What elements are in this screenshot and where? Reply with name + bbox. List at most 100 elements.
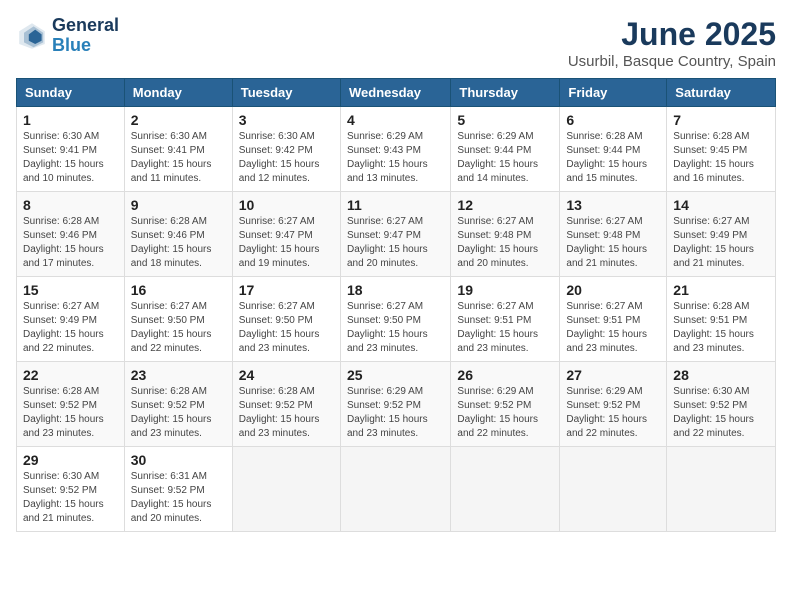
calendar-cell <box>667 447 776 532</box>
day-detail: Sunrise: 6:28 AM Sunset: 9:46 PM Dayligh… <box>23 215 118 271</box>
title-area: June 2025 Usurbil, Basque Country, Spain <box>568 16 776 70</box>
day-detail: Sunrise: 6:27 AM Sunset: 9:47 PM Dayligh… <box>347 215 444 271</box>
col-header-sunday: Sunday <box>17 79 125 107</box>
day-number: 25 <box>347 367 444 383</box>
calendar-table: SundayMondayTuesdayWednesdayThursdayFrid… <box>16 78 776 532</box>
day-number: 24 <box>239 367 334 383</box>
day-number: 28 <box>673 367 769 383</box>
day-number: 20 <box>566 282 660 298</box>
day-detail: Sunrise: 6:27 AM Sunset: 9:50 PM Dayligh… <box>347 300 444 356</box>
day-number: 21 <box>673 282 769 298</box>
calendar-cell: 30 Sunrise: 6:31 AM Sunset: 9:52 PM Dayl… <box>124 447 232 532</box>
calendar-cell: 2 Sunrise: 6:30 AM Sunset: 9:41 PM Dayli… <box>124 107 232 192</box>
calendar-cell: 25 Sunrise: 6:29 AM Sunset: 9:52 PM Dayl… <box>340 362 450 447</box>
day-number: 17 <box>239 282 334 298</box>
day-detail: Sunrise: 6:27 AM Sunset: 9:47 PM Dayligh… <box>239 215 334 271</box>
calendar-cell: 1 Sunrise: 6:30 AM Sunset: 9:41 PM Dayli… <box>17 107 125 192</box>
day-number: 2 <box>131 112 226 128</box>
col-header-tuesday: Tuesday <box>232 79 340 107</box>
day-detail: Sunrise: 6:29 AM Sunset: 9:52 PM Dayligh… <box>566 385 660 441</box>
calendar-cell: 14 Sunrise: 6:27 AM Sunset: 9:49 PM Dayl… <box>667 192 776 277</box>
day-detail: Sunrise: 6:29 AM Sunset: 9:52 PM Dayligh… <box>347 385 444 441</box>
col-header-monday: Monday <box>124 79 232 107</box>
day-detail: Sunrise: 6:27 AM Sunset: 9:48 PM Dayligh… <box>457 215 553 271</box>
calendar-cell: 6 Sunrise: 6:28 AM Sunset: 9:44 PM Dayli… <box>560 107 667 192</box>
day-number: 7 <box>673 112 769 128</box>
day-number: 16 <box>131 282 226 298</box>
calendar-cell: 18 Sunrise: 6:27 AM Sunset: 9:50 PM Dayl… <box>340 277 450 362</box>
calendar-body: 1 Sunrise: 6:30 AM Sunset: 9:41 PM Dayli… <box>17 107 776 532</box>
day-detail: Sunrise: 6:29 AM Sunset: 9:43 PM Dayligh… <box>347 130 444 186</box>
calendar-cell: 29 Sunrise: 6:30 AM Sunset: 9:52 PM Dayl… <box>17 447 125 532</box>
calendar-cell: 28 Sunrise: 6:30 AM Sunset: 9:52 PM Dayl… <box>667 362 776 447</box>
calendar-cell <box>340 447 450 532</box>
day-number: 6 <box>566 112 660 128</box>
calendar-cell: 15 Sunrise: 6:27 AM Sunset: 9:49 PM Dayl… <box>17 277 125 362</box>
calendar-cell: 5 Sunrise: 6:29 AM Sunset: 9:44 PM Dayli… <box>451 107 560 192</box>
calendar-week-5: 29 Sunrise: 6:30 AM Sunset: 9:52 PM Dayl… <box>17 447 776 532</box>
calendar-header-row: SundayMondayTuesdayWednesdayThursdayFrid… <box>17 79 776 107</box>
calendar-cell: 4 Sunrise: 6:29 AM Sunset: 9:43 PM Dayli… <box>340 107 450 192</box>
calendar-cell: 7 Sunrise: 6:28 AM Sunset: 9:45 PM Dayli… <box>667 107 776 192</box>
day-detail: Sunrise: 6:30 AM Sunset: 9:41 PM Dayligh… <box>23 130 118 186</box>
day-detail: Sunrise: 6:27 AM Sunset: 9:48 PM Dayligh… <box>566 215 660 271</box>
day-detail: Sunrise: 6:28 AM Sunset: 9:52 PM Dayligh… <box>131 385 226 441</box>
logo: General Blue <box>16 16 119 56</box>
day-detail: Sunrise: 6:28 AM Sunset: 9:52 PM Dayligh… <box>239 385 334 441</box>
calendar-cell: 22 Sunrise: 6:28 AM Sunset: 9:52 PM Dayl… <box>17 362 125 447</box>
location-title: Usurbil, Basque Country, Spain <box>568 53 776 70</box>
day-number: 1 <box>23 112 118 128</box>
day-detail: Sunrise: 6:27 AM Sunset: 9:50 PM Dayligh… <box>131 300 226 356</box>
day-number: 11 <box>347 197 444 213</box>
day-number: 22 <box>23 367 118 383</box>
calendar-cell: 20 Sunrise: 6:27 AM Sunset: 9:51 PM Dayl… <box>560 277 667 362</box>
day-detail: Sunrise: 6:27 AM Sunset: 9:49 PM Dayligh… <box>673 215 769 271</box>
calendar-week-2: 8 Sunrise: 6:28 AM Sunset: 9:46 PM Dayli… <box>17 192 776 277</box>
calendar-cell: 19 Sunrise: 6:27 AM Sunset: 9:51 PM Dayl… <box>451 277 560 362</box>
calendar-week-3: 15 Sunrise: 6:27 AM Sunset: 9:49 PM Dayl… <box>17 277 776 362</box>
day-detail: Sunrise: 6:30 AM Sunset: 9:52 PM Dayligh… <box>673 385 769 441</box>
day-number: 4 <box>347 112 444 128</box>
col-header-wednesday: Wednesday <box>340 79 450 107</box>
month-title: June 2025 <box>568 16 776 53</box>
logo-icon <box>16 20 48 52</box>
calendar-cell: 21 Sunrise: 6:28 AM Sunset: 9:51 PM Dayl… <box>667 277 776 362</box>
day-number: 3 <box>239 112 334 128</box>
day-detail: Sunrise: 6:28 AM Sunset: 9:45 PM Dayligh… <box>673 130 769 186</box>
day-detail: Sunrise: 6:28 AM Sunset: 9:46 PM Dayligh… <box>131 215 226 271</box>
day-detail: Sunrise: 6:30 AM Sunset: 9:41 PM Dayligh… <box>131 130 226 186</box>
day-detail: Sunrise: 6:28 AM Sunset: 9:52 PM Dayligh… <box>23 385 118 441</box>
day-detail: Sunrise: 6:29 AM Sunset: 9:52 PM Dayligh… <box>457 385 553 441</box>
col-header-friday: Friday <box>560 79 667 107</box>
day-detail: Sunrise: 6:27 AM Sunset: 9:51 PM Dayligh… <box>566 300 660 356</box>
day-detail: Sunrise: 6:28 AM Sunset: 9:51 PM Dayligh… <box>673 300 769 356</box>
calendar-week-4: 22 Sunrise: 6:28 AM Sunset: 9:52 PM Dayl… <box>17 362 776 447</box>
calendar-cell: 9 Sunrise: 6:28 AM Sunset: 9:46 PM Dayli… <box>124 192 232 277</box>
calendar-cell: 10 Sunrise: 6:27 AM Sunset: 9:47 PM Dayl… <box>232 192 340 277</box>
day-number: 14 <box>673 197 769 213</box>
day-number: 13 <box>566 197 660 213</box>
day-number: 23 <box>131 367 226 383</box>
day-detail: Sunrise: 6:29 AM Sunset: 9:44 PM Dayligh… <box>457 130 553 186</box>
calendar-cell: 11 Sunrise: 6:27 AM Sunset: 9:47 PM Dayl… <box>340 192 450 277</box>
calendar-cell: 17 Sunrise: 6:27 AM Sunset: 9:50 PM Dayl… <box>232 277 340 362</box>
day-number: 29 <box>23 452 118 468</box>
day-number: 15 <box>23 282 118 298</box>
calendar-cell <box>451 447 560 532</box>
day-number: 26 <box>457 367 553 383</box>
calendar-cell: 27 Sunrise: 6:29 AM Sunset: 9:52 PM Dayl… <box>560 362 667 447</box>
day-number: 27 <box>566 367 660 383</box>
day-number: 9 <box>131 197 226 213</box>
day-detail: Sunrise: 6:27 AM Sunset: 9:49 PM Dayligh… <box>23 300 118 356</box>
day-number: 18 <box>347 282 444 298</box>
calendar-cell: 3 Sunrise: 6:30 AM Sunset: 9:42 PM Dayli… <box>232 107 340 192</box>
day-number: 5 <box>457 112 553 128</box>
day-detail: Sunrise: 6:30 AM Sunset: 9:42 PM Dayligh… <box>239 130 334 186</box>
day-detail: Sunrise: 6:31 AM Sunset: 9:52 PM Dayligh… <box>131 470 226 526</box>
day-detail: Sunrise: 6:27 AM Sunset: 9:51 PM Dayligh… <box>457 300 553 356</box>
calendar-cell <box>232 447 340 532</box>
calendar-cell: 16 Sunrise: 6:27 AM Sunset: 9:50 PM Dayl… <box>124 277 232 362</box>
col-header-thursday: Thursday <box>451 79 560 107</box>
calendar-cell: 24 Sunrise: 6:28 AM Sunset: 9:52 PM Dayl… <box>232 362 340 447</box>
header: General Blue June 2025 Usurbil, Basque C… <box>16 16 776 70</box>
